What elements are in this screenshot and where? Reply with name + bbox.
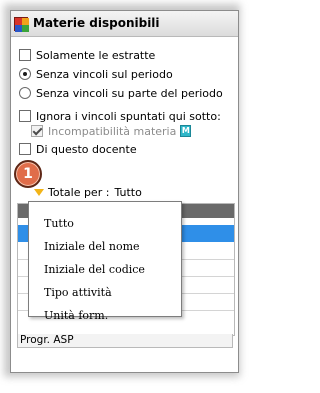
incompatibility-checkbox	[31, 125, 43, 137]
radio-part-period-option[interactable]: Senza vincoli su parte del periodo	[19, 85, 223, 101]
radio-period-label: Senza vincoli sul periodo	[36, 67, 173, 81]
totals-label: Totale per :	[48, 185, 110, 199]
totals-dropdown-menu: Tutto Iniziale del nome Iniziale del cod…	[28, 201, 182, 322]
radio-part-period-label: Senza vincoli su parte del periodo	[36, 86, 223, 100]
dropdown-triangle-icon[interactable]	[34, 188, 44, 196]
dropdown-item-unita-form[interactable]: Unità form.	[44, 307, 108, 325]
dropdown-item-tipo-attivita[interactable]: Tipo attività	[44, 284, 112, 302]
m-badge-icon: M	[180, 125, 192, 137]
only-drawn-checkbox[interactable]	[19, 49, 31, 61]
only-drawn-label: Solamente le estratte	[36, 48, 156, 62]
radio-period-button[interactable]	[19, 68, 31, 80]
ignore-constraints-label: Ignora i vincoli spuntati qui sotto:	[36, 109, 221, 123]
dropdown-item-tutto[interactable]: Tutto	[44, 215, 74, 233]
this-teacher-label: Di questo docente	[36, 142, 137, 156]
this-teacher-checkbox[interactable]	[19, 143, 31, 155]
totals-selector[interactable]: Totale per : Tutto	[34, 184, 142, 200]
totals-value: Tutto	[114, 185, 142, 199]
ignore-constraints-option[interactable]: Ignora i vincoli spuntati qui sotto:	[19, 108, 221, 124]
only-drawn-option[interactable]: Solamente le estratte	[19, 47, 155, 63]
ignore-constraints-checkbox[interactable]	[19, 110, 31, 122]
dropdown-item-iniziale-nome[interactable]: Iniziale del nome	[44, 238, 140, 256]
incompatibility-label: Incompatibilità materia	[48, 124, 177, 138]
title-bar: Materie disponibili	[11, 11, 238, 37]
radio-part-period-button[interactable]	[19, 87, 31, 99]
grid-row-progr-asp[interactable]: Progr. ASP	[17, 334, 233, 348]
this-teacher-option[interactable]: Di questo docente	[19, 141, 137, 157]
dropdown-item-iniziale-codice[interactable]: Iniziale del codice	[44, 261, 145, 279]
radio-period-option[interactable]: Senza vincoli sul periodo	[19, 66, 173, 82]
incompatibility-option: Incompatibilità materia M	[31, 123, 192, 139]
window-title: Materie disponibili	[33, 16, 160, 30]
app-grid-icon	[14, 17, 29, 32]
materie-disponibili-panel: Materie disponibili Solamente le estratt…	[10, 10, 239, 373]
callout-number-badge: 1	[14, 160, 42, 188]
